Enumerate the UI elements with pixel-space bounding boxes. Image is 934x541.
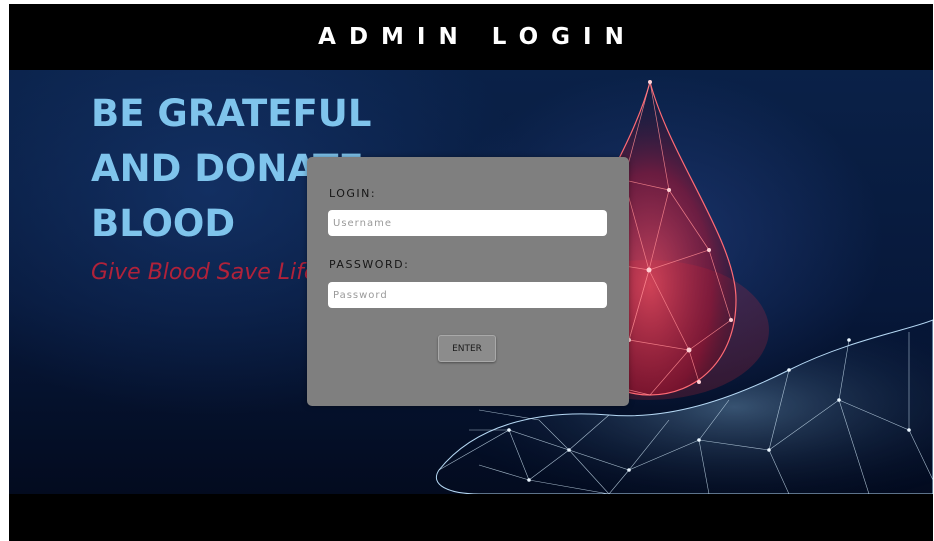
username-input[interactable] <box>328 210 607 236</box>
password-input[interactable] <box>328 282 607 308</box>
page-title: ADMIN LOGIN <box>318 24 637 50</box>
headline-line-1: BE GRATEFUL <box>91 92 372 135</box>
login-panel: LOGIN: PASSWORD: ENTER <box>307 157 629 406</box>
page-frame: ADMIN LOGIN BE GRATEFUL AND DONATE BLOOD… <box>9 4 933 541</box>
enter-button[interactable]: ENTER <box>438 335 496 362</box>
hero-tagline: Give Blood Save Life <box>91 260 318 285</box>
login-label: LOGIN: <box>329 187 377 200</box>
password-label: PASSWORD: <box>329 258 410 271</box>
header-bar: ADMIN LOGIN <box>9 4 933 70</box>
